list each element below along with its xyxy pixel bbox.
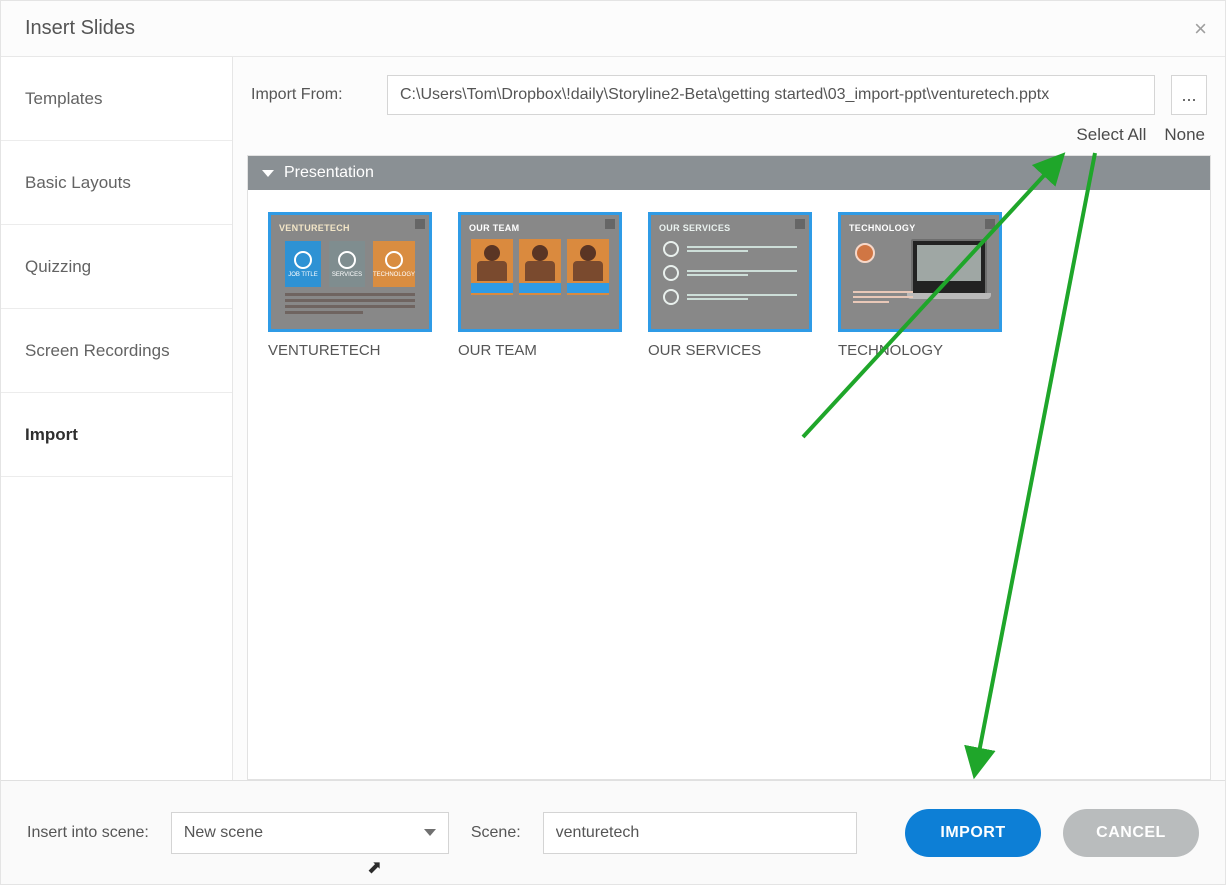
deselect-icon[interactable] bbox=[985, 219, 995, 229]
slide-thumb-strip: OUR SERVICES bbox=[659, 223, 730, 233]
select-all-link[interactable]: Select All bbox=[1076, 125, 1146, 145]
insert-into-scene-label: Insert into scene: bbox=[27, 824, 149, 842]
dialog-footer: Insert into scene: New scene Scene: IMPO… bbox=[1, 780, 1225, 884]
browse-button[interactable]: ... bbox=[1171, 75, 1207, 115]
ellipsis-icon: ... bbox=[1181, 85, 1196, 106]
slide-thumb-our-services[interactable]: OUR SERVICES OUR SERVICES bbox=[648, 212, 812, 359]
scene-dropdown-value: New scene bbox=[184, 824, 263, 842]
slide-thumb-caption: TECHNOLOGY bbox=[838, 342, 1002, 359]
slide-thumb-caption: OUR TEAM bbox=[458, 342, 622, 359]
chevron-down-icon bbox=[262, 170, 274, 177]
slide-thumb-caption: VENTURETECH bbox=[268, 342, 432, 359]
selection-links: Select All None bbox=[247, 115, 1211, 155]
slide-thumb-image: OUR TEAM bbox=[458, 212, 622, 332]
sidebar-item-label: Quizzing bbox=[25, 257, 91, 277]
scene-name-label: Scene: bbox=[471, 824, 521, 842]
slide-thumb-technology[interactable]: TECHNOLOGY TECHNOLOGY bbox=[838, 212, 1002, 359]
sidebar-item-quizzing[interactable]: Quizzing bbox=[1, 225, 232, 309]
slide-thumbnails: VENTURETECH JOB TITLE SERVICES TECHNOLOG… bbox=[248, 190, 1210, 381]
cancel-button[interactable]: CANCEL bbox=[1063, 809, 1199, 857]
select-none-link[interactable]: None bbox=[1164, 125, 1205, 145]
import-from-row: Import From: ... bbox=[247, 75, 1211, 115]
slide-thumb-caption: OUR SERVICES bbox=[648, 342, 812, 359]
slide-thumb-image: TECHNOLOGY bbox=[838, 212, 1002, 332]
sidebar-item-label: Screen Recordings bbox=[25, 341, 170, 361]
slide-thumb-strip: TECHNOLOGY bbox=[849, 223, 916, 233]
dialog-title: Insert Slides bbox=[25, 17, 135, 40]
import-button[interactable]: IMPORT bbox=[905, 809, 1041, 857]
slide-thumb-image: OUR SERVICES bbox=[648, 212, 812, 332]
import-from-input[interactable] bbox=[387, 75, 1155, 115]
sidebar-item-label: Templates bbox=[25, 89, 102, 109]
chevron-down-icon bbox=[424, 829, 436, 836]
sidebar-item-label: Import bbox=[25, 425, 78, 445]
close-icon[interactable]: × bbox=[1194, 18, 1207, 40]
titlebar: Insert Slides × bbox=[1, 1, 1225, 57]
deselect-icon[interactable] bbox=[415, 219, 425, 229]
deselect-icon[interactable] bbox=[795, 219, 805, 229]
dialog-body: Templates Basic Layouts Quizzing Screen … bbox=[1, 57, 1225, 780]
sidebar-item-basic-layouts[interactable]: Basic Layouts bbox=[1, 141, 232, 225]
slide-thumb-venturetech[interactable]: VENTURETECH JOB TITLE SERVICES TECHNOLOG… bbox=[268, 212, 432, 359]
deselect-icon[interactable] bbox=[605, 219, 615, 229]
slides-panel: Presentation VENTURETECH JOB TITLE SERVI… bbox=[247, 155, 1211, 780]
import-from-label: Import From: bbox=[251, 86, 371, 104]
cursor-icon: ⬈ bbox=[367, 857, 382, 878]
slide-thumb-strip: OUR TEAM bbox=[469, 223, 519, 233]
sidebar-item-import[interactable]: Import bbox=[1, 393, 232, 477]
sidebar: Templates Basic Layouts Quizzing Screen … bbox=[1, 57, 233, 780]
sidebar-item-label: Basic Layouts bbox=[25, 173, 131, 193]
sidebar-item-templates[interactable]: Templates bbox=[1, 57, 232, 141]
scene-name-input[interactable] bbox=[543, 812, 857, 854]
insert-slides-dialog: Insert Slides × Templates Basic Layouts … bbox=[0, 0, 1226, 885]
slide-thumb-strip: VENTURETECH bbox=[279, 223, 350, 233]
slide-thumb-image: VENTURETECH JOB TITLE SERVICES TECHNOLOG… bbox=[268, 212, 432, 332]
sidebar-item-screen-recordings[interactable]: Screen Recordings bbox=[1, 309, 232, 393]
main-pane: Import From: ... Select All None Present… bbox=[233, 57, 1225, 780]
presentation-group-label: Presentation bbox=[284, 164, 374, 182]
scene-dropdown[interactable]: New scene bbox=[171, 812, 449, 854]
slide-thumb-our-team[interactable]: OUR TEAM OUR TEAM bbox=[458, 212, 622, 359]
presentation-group-header[interactable]: Presentation bbox=[248, 156, 1210, 190]
